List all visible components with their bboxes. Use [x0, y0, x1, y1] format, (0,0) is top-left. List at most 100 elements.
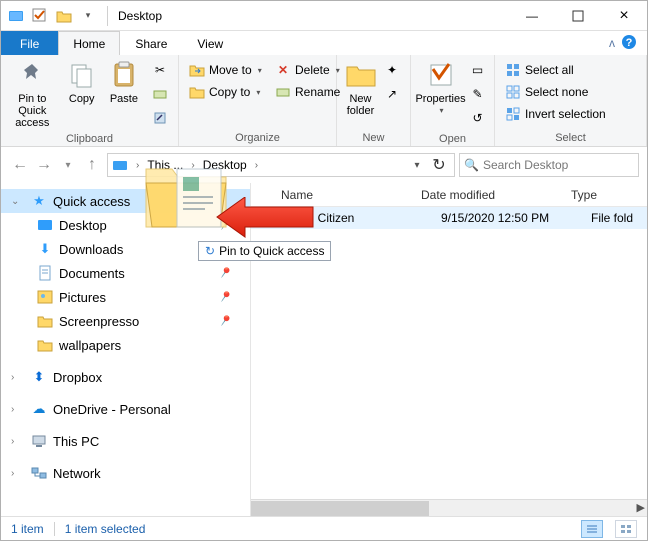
title-bar: ▾ Desktop — ×	[1, 1, 647, 31]
tree-network[interactable]: › Network	[1, 461, 250, 485]
status-bar: 1 item 1 item selected	[1, 516, 647, 540]
tab-share[interactable]: Share	[120, 31, 182, 55]
tree-item-pictures[interactable]: Pictures📍	[1, 285, 250, 309]
drag-tooltip: ↻ Pin to Quick access	[198, 241, 331, 261]
horizontal-scrollbar[interactable]: ▶	[251, 499, 647, 516]
details-view-button[interactable]	[581, 520, 603, 538]
copy-to-button[interactable]: Copy to▾	[185, 81, 264, 103]
close-button[interactable]: ×	[601, 1, 647, 31]
select-none-button[interactable]: Select none	[501, 81, 592, 103]
desktop-icon	[37, 217, 53, 233]
downloads-icon: ⬇	[37, 241, 53, 257]
qat-dropdown-icon[interactable]: ▾	[77, 5, 99, 27]
history-button[interactable]: ↺	[466, 107, 490, 129]
file-name: Digital Citizen	[281, 211, 441, 225]
open-button[interactable]: ▭	[466, 59, 490, 81]
paste-icon	[108, 59, 140, 91]
delete-button[interactable]: ✕ Delete▾	[271, 59, 344, 81]
minimize-button[interactable]: —	[509, 1, 555, 31]
tab-view[interactable]: View	[182, 31, 238, 55]
refresh-icon: ↻	[205, 244, 215, 258]
paste-shortcut-button[interactable]	[148, 107, 172, 129]
ribbon-tabs: File Home Share View ʌ ?	[1, 31, 647, 55]
thumbnails-view-button[interactable]	[615, 520, 637, 538]
scissors-icon: ✂	[152, 62, 168, 78]
forward-button[interactable]: →	[33, 154, 55, 176]
pin-icon: 📍	[216, 312, 235, 331]
file-date: 9/15/2020 12:50 PM	[441, 211, 591, 225]
tree-onedrive[interactable]: › ☁ OneDrive - Personal	[1, 397, 250, 421]
tree-item-screenpresso[interactable]: Screenpresso📍	[1, 309, 250, 333]
cut-button[interactable]: ✂	[148, 59, 172, 81]
rename-button[interactable]: Rename	[271, 81, 344, 103]
new-item-button[interactable]: ✦	[380, 59, 404, 81]
move-to-icon	[189, 62, 205, 78]
qat-newfolder-icon[interactable]	[53, 5, 75, 27]
breadcrumb-current[interactable]: Desktop	[203, 158, 247, 172]
copy-button[interactable]: Copy	[64, 59, 100, 105]
address-bar[interactable]: › This ... › Desktop › ▾ ↻	[107, 153, 455, 177]
tab-file[interactable]: File	[1, 31, 58, 55]
collapse-ribbon-icon[interactable]: ʌ	[609, 36, 615, 50]
maximize-button[interactable]	[555, 1, 601, 31]
scroll-right-icon[interactable]: ▶	[637, 501, 645, 514]
this-pc-icon	[31, 433, 47, 449]
tree-quick-access[interactable]: ⌄ ★ Quick access	[1, 189, 250, 213]
star-icon: ★	[31, 193, 47, 209]
tab-home[interactable]: Home	[58, 31, 120, 55]
properties-icon	[425, 59, 457, 91]
pin-icon: 📍	[216, 288, 235, 307]
chevron-right-icon[interactable]: ›	[11, 404, 25, 415]
scrollbar-thumb[interactable]	[251, 501, 429, 516]
easy-access-button[interactable]: ↗	[380, 83, 404, 105]
chevron-down-icon[interactable]: ⌄	[11, 196, 25, 207]
up-button[interactable]: ↑	[81, 154, 103, 176]
help-icon[interactable]: ?	[621, 34, 637, 53]
status-selected-count: 1 item selected	[65, 522, 146, 536]
status-item-count: 1 item	[11, 522, 44, 536]
navigation-tree[interactable]: ⌄ ★ Quick access Desktop📍 ⬇ Downloads📍 D…	[1, 183, 251, 516]
back-button[interactable]: ←	[9, 154, 31, 176]
group-label-open: Open	[411, 133, 494, 147]
column-name[interactable]: Name	[251, 188, 411, 202]
tree-this-pc[interactable]: › This PC	[1, 429, 250, 453]
documents-icon	[37, 265, 53, 281]
easy-access-icon: ↗	[384, 86, 400, 102]
qat-properties-icon[interactable]	[29, 5, 51, 27]
file-row[interactable]: Digital Citizen 9/15/2020 12:50 PM File …	[251, 207, 647, 229]
app-icon	[5, 5, 27, 27]
chevron-right-icon[interactable]: ›	[187, 160, 198, 171]
onedrive-icon: ☁	[31, 401, 47, 417]
search-box[interactable]: 🔍 Search Desktop	[459, 153, 639, 177]
paste-button[interactable]: Paste	[106, 59, 142, 105]
column-type[interactable]: Type	[561, 188, 607, 202]
address-history-button[interactable]: ▾	[406, 154, 428, 176]
tree-item-wallpapers[interactable]: wallpapers	[1, 333, 250, 357]
chevron-right-icon[interactable]: ›	[11, 436, 25, 447]
invert-selection-button[interactable]: Invert selection	[501, 103, 610, 125]
move-to-button[interactable]: Move to▾	[185, 59, 266, 81]
edit-button[interactable]: ✎	[466, 83, 490, 105]
group-label-clipboard: Clipboard	[1, 133, 178, 147]
select-all-button[interactable]: Select all	[501, 59, 578, 81]
properties-button[interactable]: Properties▾	[415, 59, 465, 116]
dropbox-icon: ⬍	[31, 369, 47, 385]
nav-row: ← → ▾ ↑ › This ... › Desktop › ▾ ↻ 🔍 Sea…	[1, 147, 647, 183]
tree-dropbox[interactable]: › ⬍ Dropbox	[1, 365, 250, 389]
column-headers[interactable]: Name Date modified Type	[251, 183, 647, 207]
chevron-right-icon[interactable]: ›	[132, 160, 143, 171]
column-date[interactable]: Date modified	[411, 188, 561, 202]
refresh-button[interactable]: ↻	[428, 154, 450, 176]
breadcrumb-root[interactable]: This ...	[147, 158, 183, 172]
window-title: Desktop	[112, 9, 162, 23]
pin-to-quick-access-button[interactable]: Pin to Quick access	[7, 59, 58, 129]
chevron-right-icon[interactable]: ›	[11, 372, 25, 383]
recent-locations-button[interactable]: ▾	[57, 154, 79, 176]
chevron-right-icon[interactable]: ›	[11, 468, 25, 479]
folder-icon	[251, 210, 281, 226]
copy-path-button[interactable]	[148, 83, 172, 105]
chevron-right-icon[interactable]: ›	[251, 160, 262, 171]
tree-item-desktop[interactable]: Desktop📍	[1, 213, 250, 237]
history-icon: ↺	[470, 110, 486, 126]
tree-item-documents[interactable]: Documents📍	[1, 261, 250, 285]
